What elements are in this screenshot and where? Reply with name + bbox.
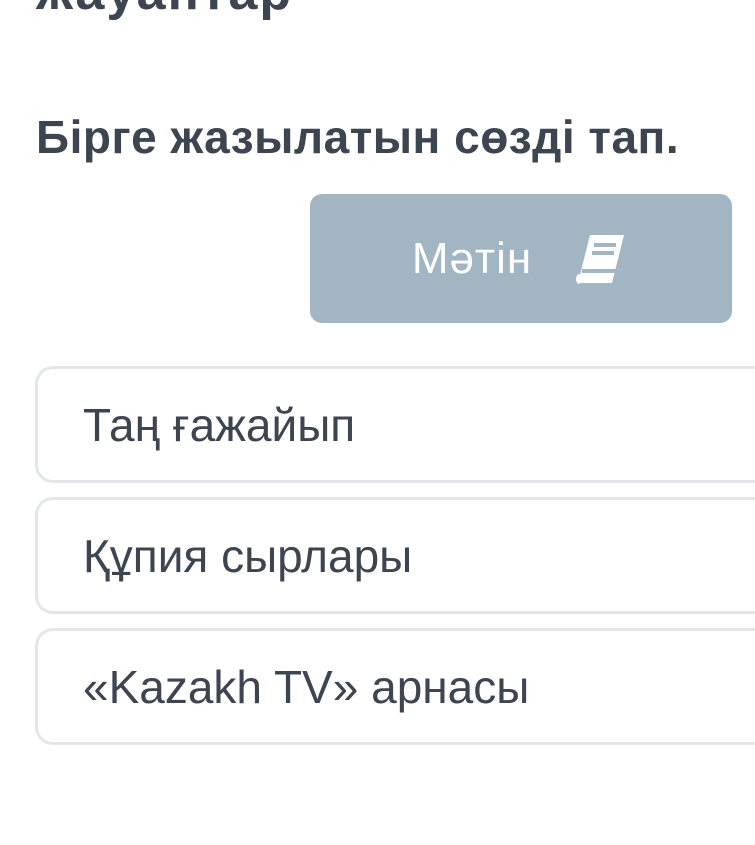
cut-off-heading: жауаптар (36, 0, 293, 22)
answer-option[interactable]: Таң ғажайып (35, 366, 755, 483)
answer-list: Таң ғажайып Құпия сырлары «Kazakh TV» ар… (35, 366, 755, 759)
book-icon (576, 234, 625, 284)
question-text: Бірге жазылатын сөзді тап. (36, 111, 680, 163)
quiz-screen: жауаптар Бірге жазылатын сөзді тап. Мәті… (0, 0, 755, 845)
answer-option[interactable]: Құпия сырлары (35, 497, 755, 614)
text-button-label: Мәтін (411, 233, 533, 283)
answer-option[interactable]: «Kazakh TV» арнасы (35, 628, 755, 745)
text-button[interactable]: Мәтін (310, 194, 732, 323)
